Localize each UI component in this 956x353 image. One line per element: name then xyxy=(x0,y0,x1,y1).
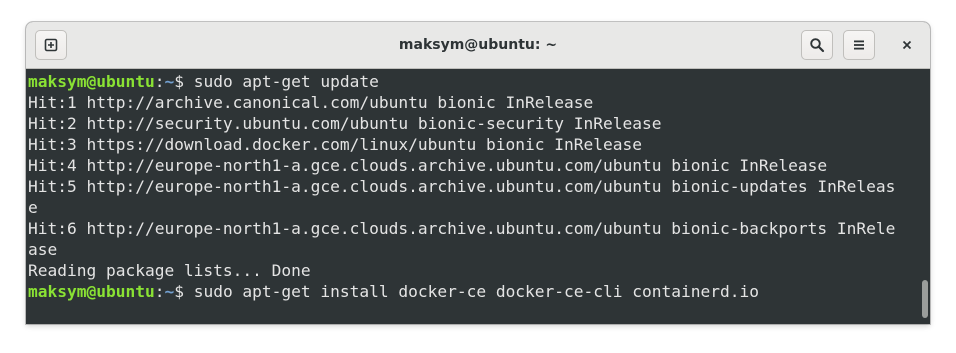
terminal-output[interactable]: maksym@ubuntu:~$ sudo apt-get update Hit… xyxy=(26,69,930,324)
prompt-colon: : xyxy=(154,72,165,91)
prompt-path: ~ xyxy=(164,72,175,91)
prompt-user: maksym@ubuntu xyxy=(28,282,155,301)
search-button[interactable] xyxy=(801,30,833,60)
output-line: e xyxy=(28,198,38,217)
terminal-window: maksym@ubuntu: ~ maksym@ubuntu:~$ sudo a… xyxy=(26,22,930,324)
prompt-command: sudo apt-get install docker-ce docker-ce… xyxy=(193,282,759,301)
new-tab-button[interactable] xyxy=(35,30,67,60)
output-line: Reading package lists... Done xyxy=(28,261,311,280)
output-line: Hit:4 http://europe-north1-a.gce.clouds.… xyxy=(28,156,828,175)
output-line: ase xyxy=(28,240,58,259)
prompt-line: maksym@ubuntu:~$ sudo apt-get update xyxy=(28,71,930,92)
prompt-path: ~ xyxy=(164,282,175,301)
close-button[interactable] xyxy=(892,30,922,60)
prompt-user: maksym@ubuntu xyxy=(28,72,155,91)
menu-button[interactable] xyxy=(843,30,875,60)
window-title: maksym@ubuntu: ~ xyxy=(398,37,558,53)
prompt-command: sudo apt-get update xyxy=(193,72,379,91)
hamburger-menu-icon xyxy=(854,40,864,50)
scrollbar-thumb[interactable] xyxy=(922,280,928,318)
search-icon xyxy=(810,38,825,53)
output-line: Hit:1 http://archive.canonical.com/ubunt… xyxy=(28,93,594,112)
prompt-line: maksym@ubuntu:~$ sudo apt-get install do… xyxy=(28,281,930,302)
new-tab-icon xyxy=(44,38,58,52)
prompt-colon: : xyxy=(154,282,165,301)
output-line: Hit:2 http://security.ubuntu.com/ubuntu … xyxy=(28,114,662,133)
output-line: Hit:6 http://europe-north1-a.gce.clouds.… xyxy=(28,219,896,238)
prompt-dollar: $ xyxy=(174,282,194,301)
prompt-dollar: $ xyxy=(174,72,194,91)
output-line: Hit:3 https://download.docker.com/linux/… xyxy=(28,135,642,154)
header-bar: maksym@ubuntu: ~ xyxy=(26,22,930,69)
output-line: Hit:5 http://europe-north1-a.gce.clouds.… xyxy=(28,177,896,196)
close-icon xyxy=(902,40,912,50)
